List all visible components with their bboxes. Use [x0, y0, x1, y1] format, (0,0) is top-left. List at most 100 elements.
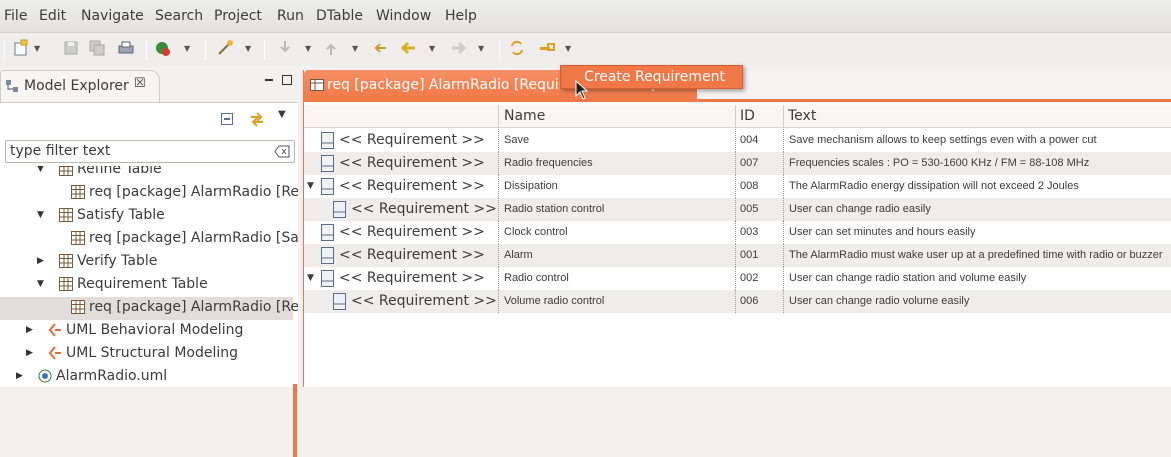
table-row[interactable]: << Requirement >> Radio station control 00… [304, 198, 1171, 221]
menu-bar: File Edit Navigate Search Project Run DT… [0, 0, 1171, 33]
link-with-editor-icon[interactable] [248, 110, 266, 132]
save-icon[interactable] [62, 39, 80, 57]
cell-name[interactable]: Radio frequencies [504, 157, 593, 169]
table-row[interactable]: << Requirement >> Volume radio control 006… [304, 290, 1171, 313]
chevron-down-icon[interactable]: ▼ [478, 44, 484, 53]
table-icon [71, 300, 87, 316]
tree-item[interactable]: ▶ UML Behavioral Modeling [0, 320, 293, 343]
collapsed-arrow-icon[interactable]: ▶ [16, 371, 23, 381]
table-row[interactable]: << Requirement >> Clock control 003 User ca… [304, 221, 1171, 244]
collapse-all-icon[interactable] [220, 112, 234, 130]
menu-dtable[interactable]: DTable [316, 8, 363, 24]
expanded-arrow-icon[interactable]: ▼ [307, 273, 314, 283]
next-annotation-icon[interactable] [276, 39, 294, 57]
cell-id[interactable]: 004 [740, 134, 758, 146]
cell-text[interactable]: User can set minutes and hours easily [789, 226, 975, 238]
collapsed-arrow-icon[interactable]: ▶ [26, 348, 33, 358]
cell-text[interactable]: The AlarmRadio must wake user up at a pr… [789, 249, 1163, 261]
cell-text[interactable]: The AlarmRadio energy dissipation will n… [789, 180, 1079, 192]
debug-icon[interactable] [154, 39, 172, 57]
table-row[interactable]: << Requirement >> Alarm 001 The AlarmRadio … [304, 244, 1171, 267]
menu-file[interactable]: File [4, 8, 27, 24]
save-all-icon[interactable] [88, 39, 106, 57]
cell-text[interactable]: User can change radio station and volume… [789, 272, 1026, 284]
table-row[interactable]: ▼ << Requirement >> Radio control 002 User c… [304, 267, 1171, 290]
menu-navigate[interactable]: Navigate [81, 8, 144, 24]
cell-id[interactable]: 003 [740, 226, 758, 238]
cell-name[interactable]: Volume radio control [504, 295, 604, 307]
chevron-down-icon[interactable]: ▼ [429, 44, 435, 53]
cell-name[interactable]: Clock control [504, 226, 568, 238]
chevron-down-icon[interactable]: ▼ [245, 44, 251, 53]
cell-id[interactable]: 006 [740, 295, 758, 307]
cell-name[interactable]: Dissipation [504, 180, 558, 192]
chevron-down-icon[interactable]: ▼ [184, 44, 190, 53]
cell-id[interactable]: 001 [740, 249, 758, 261]
tree-item[interactable]: ▶ AlarmRadio.uml [0, 366, 293, 388]
cell-divider [735, 244, 736, 267]
last-edit-icon[interactable] [373, 39, 391, 57]
print-icon[interactable] [117, 39, 135, 57]
chevron-down-icon[interactable]: ▼ [565, 44, 571, 53]
cell-text[interactable]: Save mechanism allows to keep settings e… [789, 134, 1097, 146]
tree-item[interactable]: ▶ Verify Table [0, 251, 293, 274]
tree-item[interactable]: ▼ Satisfy Table [0, 205, 293, 228]
new-icon[interactable] [12, 39, 30, 57]
menu-edit[interactable]: Edit [39, 8, 66, 24]
wand-icon[interactable] [216, 39, 234, 57]
chevron-down-icon[interactable]: ▼ [305, 44, 311, 53]
expanded-arrow-icon[interactable]: ▼ [37, 166, 44, 174]
cell-id[interactable]: 005 [740, 203, 758, 215]
cell-text[interactable]: User can change radio volume easily [789, 295, 969, 307]
prev-annotation-icon[interactable] [322, 39, 340, 57]
cell-text[interactable]: Frequencies scales : PO = 530-1600 KHz /… [789, 157, 1089, 169]
tree-item[interactable]: ▼ Refine Table [0, 166, 293, 182]
menu-help[interactable]: Help [445, 8, 477, 24]
tree-item[interactable]: ▶ UML Structural Modeling [0, 343, 293, 366]
chevron-down-icon[interactable]: ▼ [34, 44, 40, 53]
cell-name[interactable]: Radio station control [504, 203, 604, 215]
menu-project[interactable]: Project [214, 8, 262, 24]
cell-name[interactable]: Alarm [504, 249, 533, 261]
requirement-icon [321, 132, 334, 149]
main-toolbar: ▼ ▼ ▼ ▼ ▼ ▼ ▼ ▼ [0, 33, 1171, 66]
vertical-scrollbar[interactable] [293, 384, 297, 457]
menu-search[interactable]: Search [155, 8, 203, 24]
view-menu-icon[interactable]: ▼ [278, 109, 286, 120]
table-row[interactable]: << Requirement >> Save 004 Save mechanism a… [304, 129, 1171, 152]
sync-icon[interactable] [508, 39, 526, 57]
cell-name[interactable]: Radio control [504, 272, 569, 284]
menu-run[interactable]: Run [277, 8, 304, 24]
table-row[interactable]: ▼ << Requirement >> Dissipation 008 The Alar… [304, 175, 1171, 198]
collapsed-arrow-icon[interactable]: ▶ [26, 325, 33, 335]
cell-id[interactable]: 008 [740, 180, 758, 192]
expanded-arrow-icon[interactable]: ▼ [37, 279, 44, 289]
tree-item[interactable]: req [package] AlarmRadio [Satisf [0, 228, 298, 251]
cell-name[interactable]: Save [504, 134, 529, 146]
column-header-id[interactable]: ID [740, 108, 755, 124]
clear-filter-icon[interactable] [274, 145, 290, 158]
minimize-icon[interactable] [263, 74, 275, 90]
close-icon[interactable]: ☒ [134, 76, 146, 91]
tree-item[interactable]: ▼ Requirement Table [0, 274, 293, 297]
model-explorer-tab[interactable]: Model Explorer ☒ [0, 70, 160, 102]
maximize-icon[interactable] [281, 74, 293, 90]
row-header: << Requirement >> [339, 178, 485, 194]
cell-id[interactable]: 002 [740, 272, 758, 284]
cell-text[interactable]: User can change radio easily [789, 203, 931, 215]
forward-icon[interactable] [449, 39, 467, 57]
tree-item[interactable]: req [package] AlarmRadio [Refine [0, 182, 298, 205]
collapsed-arrow-icon[interactable]: ▶ [37, 256, 44, 266]
key-icon[interactable] [538, 39, 556, 57]
tree-item[interactable]: req [package] AlarmRadio [Requ [0, 297, 298, 320]
column-header-text[interactable]: Text [788, 108, 816, 124]
expanded-arrow-icon[interactable]: ▼ [307, 181, 314, 191]
chevron-down-icon[interactable]: ▼ [352, 44, 358, 53]
menu-window[interactable]: Window [376, 8, 431, 24]
table-row[interactable]: << Requirement >> Radio frequencies 007 Fre… [304, 152, 1171, 175]
filter-input[interactable]: type filter text [5, 140, 295, 163]
back-icon[interactable] [400, 39, 418, 57]
expanded-arrow-icon[interactable]: ▼ [37, 210, 44, 220]
column-header-name[interactable]: Name [504, 108, 545, 124]
cell-id[interactable]: 007 [740, 157, 758, 169]
